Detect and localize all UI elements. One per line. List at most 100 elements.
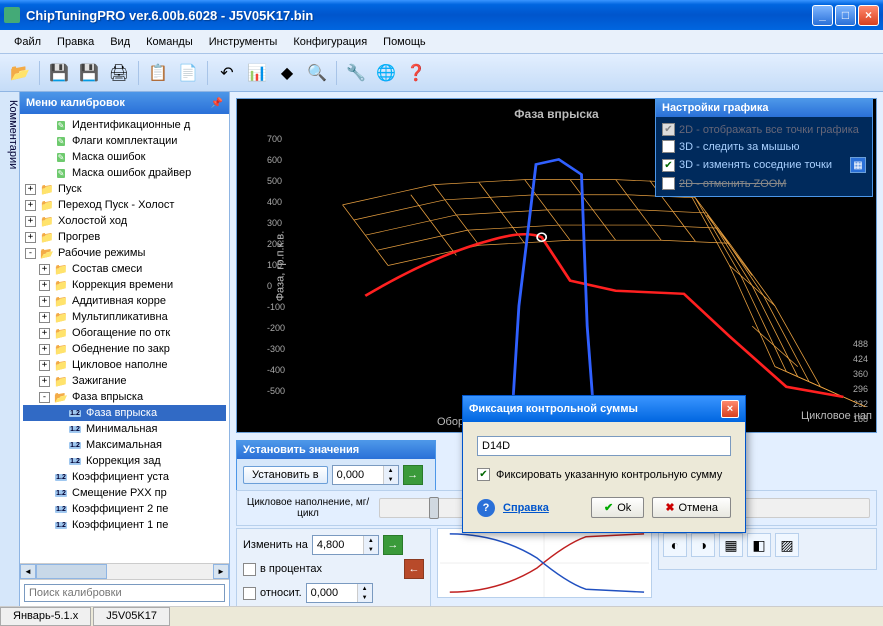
fix-checksum-checkbox[interactable]: ✔ [477,468,490,481]
ok-button[interactable]: ✔Ok [591,497,644,518]
spin-down[interactable]: ▼ [384,475,398,484]
tree-node[interactable]: +📁Коррекция времени [23,277,226,293]
tree-expander[interactable]: + [39,312,50,323]
status-tab-1[interactable]: Январь-5.1.x [0,607,91,626]
chart-button[interactable]: 📊 [243,59,271,87]
tree-node[interactable]: 1.2Фаза впрыска [23,405,226,421]
tree-expander[interactable]: + [39,360,50,371]
mini-btn-4[interactable]: ◧ [747,533,771,557]
settings-row[interactable]: ✔2D - отображать все точки графика [662,121,866,138]
status-tab-2[interactable]: J5V05K17 [93,607,170,626]
maximize-button[interactable]: □ [835,5,856,26]
change-input[interactable] [313,536,363,554]
print-button[interactable]: 🖨 [105,59,133,87]
paste-button[interactable]: 📄 [174,59,202,87]
tree-node[interactable]: +📁Холостой ход [23,213,226,229]
checkbox[interactable]: ✔ [662,159,675,172]
menu-Инструменты[interactable]: Инструменты [201,33,286,51]
tree-node[interactable]: +📁Зажигание [23,373,226,389]
apply-button[interactable]: → [403,465,423,485]
tree-node[interactable]: -📂Рабочие режимы [23,245,226,261]
close-button[interactable]: × [858,5,879,26]
tree-node[interactable]: ✎Идентификационные д [23,117,226,133]
tree-expander[interactable]: - [25,248,36,259]
tree-node[interactable]: +📁Прогрев [23,229,226,245]
tree-expander[interactable]: + [39,264,50,275]
pin-icon[interactable]: 📌 [211,98,223,109]
dialog-close-button[interactable]: × [721,400,739,418]
mini-btn-5[interactable]: ▨ [775,533,799,557]
tree-hscroll[interactable]: ◄ ► [20,563,229,579]
tree-node[interactable]: +📁Аддитивная корре [23,293,226,309]
tree-expander[interactable]: + [39,280,50,291]
settings-row[interactable]: 2D - отменить ZOOM [662,175,866,192]
tree-expander[interactable]: + [39,296,50,307]
undo-button[interactable]: ↶ [213,59,241,87]
save-as-button[interactable]: 💾 [75,59,103,87]
info-button[interactable]: ◆ [273,59,301,87]
relative-checkbox[interactable] [243,587,256,600]
tool2-button[interactable]: 🌐 [372,59,400,87]
tree-node[interactable]: +📁Обеднение по закр [23,341,226,357]
menu-Вид[interactable]: Вид [102,33,138,51]
scroll-right-button[interactable]: ► [213,564,229,579]
calibration-tree[interactable]: ✎Идентификационные д✎Флаги комплектации✎… [20,114,229,563]
grid-icon[interactable]: ▦ [850,157,866,173]
tree-node[interactable]: 1.2Коэффициент уста [23,469,226,485]
zoom-button[interactable]: 🔍 [303,59,331,87]
tree-node[interactable]: +📁Пуск [23,181,226,197]
tree-expander[interactable]: + [25,200,36,211]
help-link[interactable]: Справка [503,502,549,514]
save-button[interactable]: 💾 [45,59,73,87]
change-remove-button[interactable]: ← [404,559,424,579]
menu-Правка[interactable]: Правка [49,33,102,51]
tree-expander[interactable]: - [39,392,50,403]
menu-Файл[interactable]: Файл [6,33,49,51]
set-value-spinner[interactable]: ▲ ▼ [332,465,399,485]
relative-input[interactable] [307,584,357,602]
search-input[interactable] [24,584,225,602]
dialog-titlebar[interactable]: Фиксация контрольной суммы × [463,396,745,422]
open-button[interactable]: 📂 [6,59,34,87]
tree-node[interactable]: +📁Обогащение по отк [23,325,226,341]
checksum-input[interactable] [477,436,731,456]
tree-expander[interactable]: + [39,376,50,387]
comments-tab[interactable]: Комментарии [0,92,20,606]
tree-node[interactable]: +📁Состав смеси [23,261,226,277]
tool1-button[interactable]: 🔧 [342,59,370,87]
scroll-thumb[interactable] [36,564,107,579]
tree-node[interactable]: 1.2Коэффициент 2 пе [23,501,226,517]
tree-expander[interactable]: + [25,232,36,243]
tree-node[interactable]: 1.2Максимальная [23,437,226,453]
tree-node[interactable]: 1.2Минимальная [23,421,226,437]
checkbox[interactable] [662,177,675,190]
menu-Команды[interactable]: Команды [138,33,201,51]
tree-node[interactable]: +📁Цикловое наполне [23,357,226,373]
tree-node[interactable]: +📁Переход Пуск - Холост [23,197,226,213]
settings-row[interactable]: 3D - следить за мышью [662,138,866,155]
menu-Конфигурация[interactable]: Конфигурация [285,33,375,51]
copy-button[interactable]: 📋 [144,59,172,87]
tree-node[interactable]: ✎Флаги комплектации [23,133,226,149]
relative-spinner[interactable]: ▲▼ [306,583,373,603]
checkbox[interactable] [662,140,675,153]
set-value-button[interactable]: Установить в [243,466,328,484]
tree-node[interactable]: 1.2Смещение РХХ пр [23,485,226,501]
mini-btn-1[interactable]: ◐ [663,533,687,557]
mini-btn-3[interactable]: ▦ [719,533,743,557]
menu-Помощь[interactable]: Помощь [375,33,434,51]
cancel-button[interactable]: ✖Отмена [652,497,731,518]
help-button[interactable]: ❓ [402,59,430,87]
set-value-input[interactable] [333,466,383,484]
minimize-button[interactable]: _ [812,5,833,26]
percent-checkbox[interactable] [243,563,256,576]
checkbox[interactable]: ✔ [662,123,675,136]
tree-node[interactable]: -📂Фаза впрыска [23,389,226,405]
scroll-left-button[interactable]: ◄ [20,564,36,579]
tree-expander[interactable]: + [39,344,50,355]
tree-expander[interactable]: + [25,216,36,227]
tree-node[interactable]: +📁Мультипликативна [23,309,226,325]
change-spinner[interactable]: ▲▼ [312,535,379,555]
tree-node[interactable]: 1.2Коэффициент 1 пе [23,517,226,533]
spin-up[interactable]: ▲ [384,466,398,475]
